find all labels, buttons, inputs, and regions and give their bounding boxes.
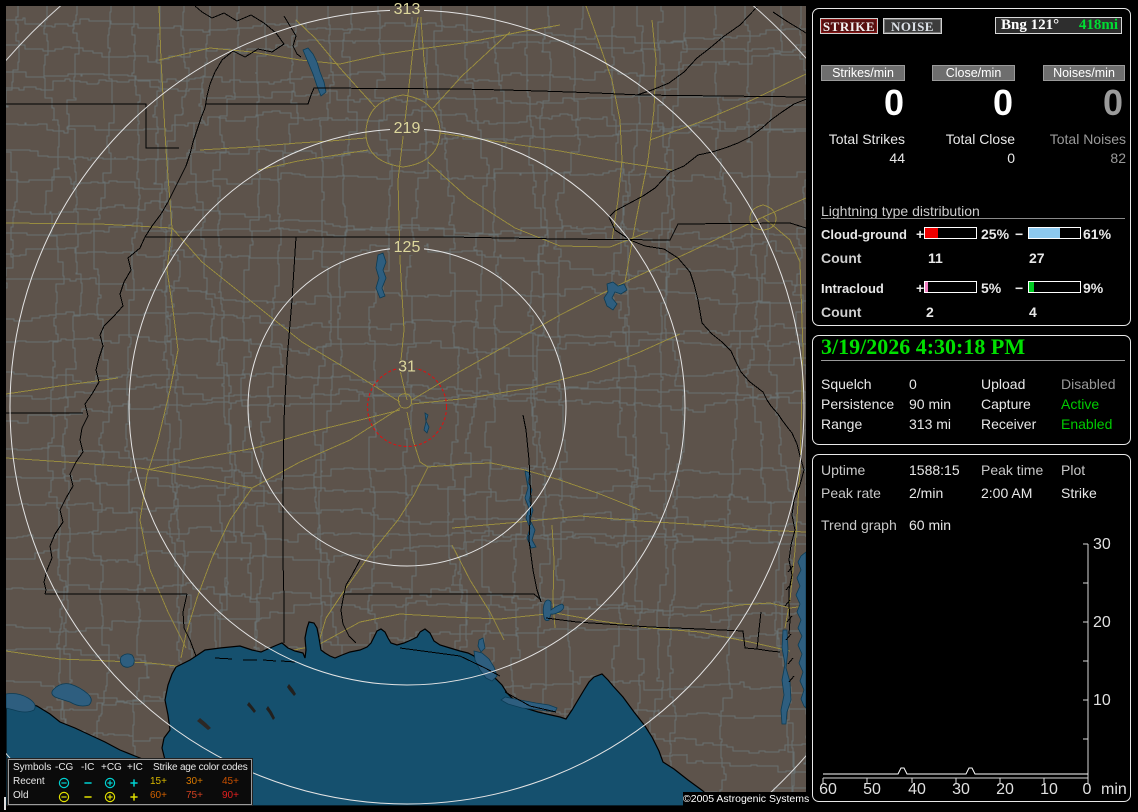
svg-text:20: 20	[1093, 614, 1111, 631]
svg-text:219: 219	[394, 120, 421, 137]
svg-text:40: 40	[908, 781, 926, 797]
svg-text:10: 10	[1093, 692, 1111, 709]
svg-text:10: 10	[1040, 781, 1058, 797]
svg-text:20: 20	[996, 781, 1014, 797]
svg-text:125: 125	[394, 239, 421, 256]
svg-text:0: 0	[1083, 781, 1092, 797]
svg-text:min: min	[1101, 781, 1127, 797]
svg-text:30: 30	[952, 781, 970, 797]
svg-text:50: 50	[863, 781, 881, 797]
svg-text:31: 31	[398, 359, 416, 376]
svg-text:313: 313	[394, 1, 421, 18]
svg-text:60: 60	[819, 781, 837, 797]
svg-text:30: 30	[1093, 537, 1111, 553]
